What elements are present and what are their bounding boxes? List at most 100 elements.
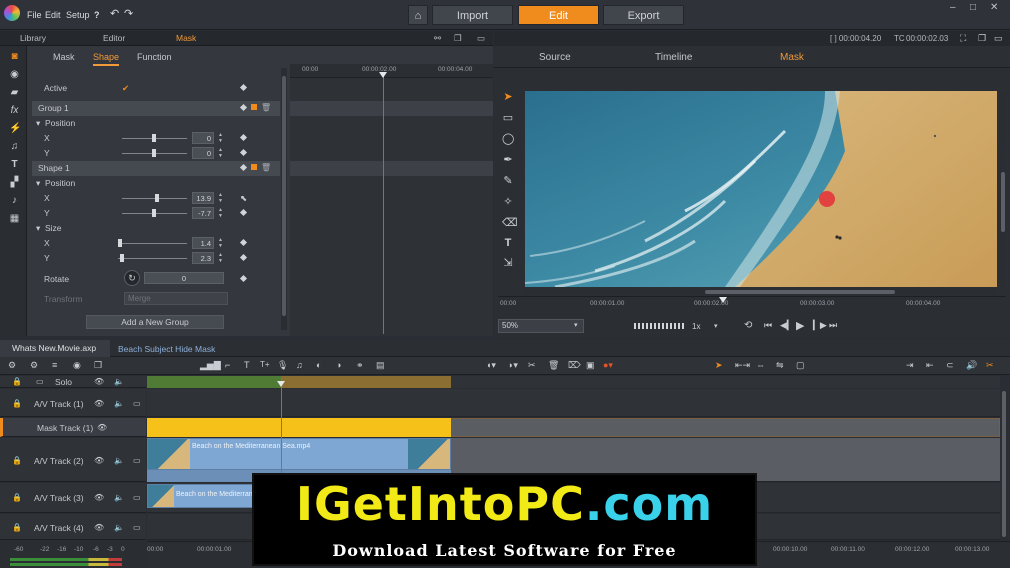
keyframe-icon[interactable] [239, 103, 248, 112]
x-spinner[interactable]: ▲ ▼ [218, 192, 224, 204]
tab-editor[interactable]: Editor [103, 33, 125, 43]
lock-icon[interactable]: 🔒 [12, 399, 22, 408]
keyframe-icon[interactable] [239, 83, 248, 92]
keyframe-icon[interactable] [239, 133, 248, 142]
marker-add-icon[interactable]: ◖▾ [486, 360, 496, 371]
preview-hscroll-thumb[interactable] [705, 290, 895, 294]
lock-icon[interactable]: 🔒 [12, 493, 22, 502]
media-category-icon[interactable]: ▰ [9, 87, 20, 98]
mask-shape[interactable] [819, 191, 835, 207]
lock-icon[interactable]: 🔒 [12, 377, 22, 386]
av-track-1-lane[interactable] [147, 389, 1000, 417]
zoom-fit-icon[interactable]: ⇥ [906, 360, 914, 371]
export-mask-tool-icon[interactable]: ⇲ [502, 257, 514, 269]
menu-edit[interactable]: Edit [45, 10, 61, 20]
music-category-icon[interactable]: ♫ [9, 141, 20, 152]
video-clip[interactable]: Beach on the Mediterran [147, 484, 267, 508]
minimize-button[interactable]: – [950, 2, 956, 13]
monitor-icon[interactable]: ▭ [133, 399, 141, 408]
menu-category-icon[interactable]: ▦ [9, 213, 20, 224]
subtab-mask[interactable]: Mask [53, 52, 75, 62]
magnet-icon[interactable]: ⊂ [946, 360, 954, 371]
step-forward-icon[interactable]: ▎▶ [813, 320, 827, 331]
tab-mask[interactable]: Mask [176, 33, 196, 43]
size-y-value-field[interactable]: 2.3 [192, 252, 214, 264]
speaker-icon[interactable]: 🔈 [114, 523, 124, 532]
maximize-button[interactable]: □ [970, 2, 976, 13]
app-logo-icon[interactable] [4, 5, 20, 21]
link-icon[interactable]: ⚭ [356, 360, 364, 371]
select-tool-icon[interactable]: ➤ [502, 91, 514, 103]
delete-icon[interactable]: 🗑 [261, 163, 271, 172]
timeline-vscroll-thumb[interactable] [1002, 391, 1006, 537]
eye-icon[interactable]: 👁 [97, 423, 107, 432]
size-x-slider-handle[interactable] [118, 239, 122, 247]
shape1-header[interactable]: Shape 1 🗑 [32, 161, 280, 176]
preview-vscroll[interactable] [1000, 92, 1006, 290]
edit-button[interactable]: Edit [518, 5, 599, 25]
voiceover-icon[interactable]: 🎙 [277, 360, 288, 371]
settings-icon[interactable]: ⚙ [8, 360, 16, 371]
x-slider-handle[interactable] [152, 134, 156, 142]
loop-icon[interactable]: ⟲ [744, 320, 752, 331]
tab-mask-preview[interactable]: Mask [780, 52, 804, 63]
video-clip[interactable]: Beach on the Mediterranean Sea.mp4 [147, 438, 451, 470]
tab-source[interactable]: Source [539, 52, 571, 63]
rectangle-tool-icon[interactable]: ▭ [502, 112, 514, 124]
menu-help[interactable]: ? [94, 10, 100, 20]
play-icon[interactable]: ▶ [796, 319, 804, 332]
mask-clip[interactable] [147, 418, 451, 437]
keyframe-icon[interactable] [239, 238, 248, 247]
fit-icon[interactable]: ▢ [796, 360, 805, 371]
scissors-icon[interactable]: ✂ [986, 360, 994, 371]
trim-icon[interactable]: ⇤⇥ [735, 360, 750, 371]
marker-nav-icon[interactable]: ◗▾ [508, 360, 518, 371]
y-value-field[interactable]: 0 [192, 147, 214, 159]
transition-category-icon[interactable]: ⚡ [9, 123, 21, 134]
record-icon[interactable]: ◉ [73, 360, 81, 371]
tab-timeline[interactable]: Timeline [655, 52, 692, 63]
panel-layout-icon[interactable]: ▭ [477, 33, 485, 44]
timeline-marker-bar[interactable] [281, 376, 451, 388]
music-icon[interactable]: ♫ [296, 360, 303, 370]
export-button[interactable]: Export [603, 5, 684, 25]
subtab-function[interactable]: Function [137, 52, 172, 62]
close-button[interactable]: ✕ [990, 2, 998, 13]
speaker-icon[interactable]: 🔈 [114, 399, 124, 408]
size-x-spinner[interactable]: ▲ ▼ [218, 237, 224, 249]
y-spinner[interactable]: ▲ ▼ [218, 207, 224, 219]
split-icon[interactable]: ✂ [528, 360, 536, 371]
gear-icon[interactable]: ⚙ [30, 360, 38, 371]
eye-icon[interactable]: 👁 [94, 523, 104, 532]
menu-file[interactable]: File [27, 10, 42, 20]
y-spinner[interactable]: ▲ ▼ [218, 147, 224, 159]
audio-mixer-icon[interactable]: ▂▅▇ [200, 360, 221, 371]
menu-setup[interactable]: Setup [66, 10, 90, 20]
params-scrollbar-thumb[interactable] [282, 76, 286, 316]
speaker-icon[interactable]: 🔈 [114, 493, 124, 502]
color-swatch-icon[interactable] [251, 164, 257, 170]
keyframe-ruler[interactable]: 00:00 00:00:02.00 00:00:04.00 [290, 64, 493, 78]
expand-icon[interactable]: ▾ [36, 223, 40, 234]
keyframe-icon[interactable] [239, 274, 248, 283]
x-spinner[interactable]: ▲ ▼ [218, 132, 224, 144]
tab-project[interactable]: Whats New.Movie.axp [0, 340, 110, 357]
brush-tool-icon[interactable]: ✎ [502, 175, 514, 187]
active-checkbox[interactable]: ✔ [122, 83, 129, 94]
panel-layout-icon[interactable]: ▭ [994, 33, 1003, 44]
link-icon[interactable]: ⚯ [434, 33, 441, 44]
x-value-field[interactable]: 13.9 [192, 192, 214, 204]
redo-icon[interactable]: ↷ [124, 7, 133, 20]
jog-shuttle[interactable] [634, 323, 684, 329]
size-y-spinner[interactable]: ▲ ▼ [218, 252, 224, 264]
go-start-icon[interactable]: ⏮ [764, 320, 772, 331]
marker-icon[interactable]: ⌐ [225, 360, 230, 370]
size-x-value-field[interactable]: 1.4 [192, 237, 214, 249]
undo-icon[interactable]: ↶ [110, 7, 119, 20]
keyframe-icon[interactable] [239, 208, 248, 217]
x-value-field[interactable]: 0 [192, 132, 214, 144]
snapshot-icon[interactable]: ❐ [94, 360, 102, 371]
monitor-icon[interactable]: ▭ [133, 493, 141, 502]
color-swatch-icon[interactable] [251, 104, 257, 110]
y-value-field[interactable]: -7.7 [192, 207, 214, 219]
